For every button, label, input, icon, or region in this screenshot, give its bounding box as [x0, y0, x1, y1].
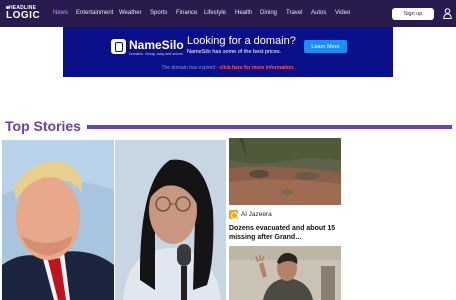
section-divider — [87, 125, 452, 129]
ad-headline: Looking for a domain? — [187, 35, 296, 47]
nav-link-news[interactable]: News — [53, 10, 68, 16]
nav-link-health[interactable]: Health — [235, 10, 252, 16]
al-jazeera-icon — [229, 209, 238, 219]
nav-link-weather[interactable]: Weather — [119, 10, 142, 16]
ad-banner[interactable]: NameSilo Domains. Cheap, easy and secure… — [63, 27, 393, 77]
flood-image — [229, 138, 341, 205]
ad-tagline: Domains. Cheap, easy and secure. — [129, 52, 184, 56]
story-source-name: Al Jazeera — [241, 210, 272, 218]
woman-microphone-image — [115, 140, 226, 300]
site-logo[interactable]: HEADLINE LOGIC — [6, 5, 40, 22]
story-headline[interactable]: Dozens evacuated and about 15 missing af… — [229, 224, 341, 242]
nav-link-dining[interactable]: Dining — [260, 10, 277, 16]
nav-link-autos[interactable]: Autos — [311, 10, 326, 16]
nav-link-finance[interactable]: Finance — [176, 10, 197, 16]
user-icon[interactable] — [443, 8, 452, 19]
top-nav: HEADLINE LOGIC News Entertainment Weathe… — [0, 0, 456, 27]
story-image-trump[interactable] — [2, 140, 114, 300]
ad-footer-text: The domain has expired - — [161, 65, 220, 71]
section-title: Top Stories — [5, 118, 81, 134]
story-image-woman[interactable] — [115, 140, 226, 300]
signup-button[interactable]: Sign up — [392, 8, 434, 20]
nav-link-entertainment[interactable]: Entertainment — [76, 10, 113, 16]
nav-link-video[interactable]: Video — [335, 10, 350, 16]
story-image-man[interactable] — [229, 246, 341, 300]
namesilo-logo-icon — [111, 39, 126, 54]
ad-footer-link[interactable]: click here for more information. — [220, 65, 295, 71]
story-image-flood[interactable] — [229, 138, 341, 205]
ad-learn-more-button[interactable]: Learn More — [304, 40, 347, 53]
story-source[interactable]: Al Jazeera — [229, 209, 272, 219]
ad-brand: NameSilo — [129, 38, 184, 52]
ad-footer: The domain has expired - click here for … — [63, 65, 393, 71]
nav-link-travel[interactable]: Travel — [286, 10, 302, 16]
ad-subtext: NameSilo has some of the best prices. — [187, 49, 282, 55]
nav-link-sports[interactable]: Sports — [150, 10, 167, 16]
trump-portrait-image — [2, 140, 114, 300]
nav-link-lifestyle[interactable]: Lifestyle — [204, 10, 226, 16]
man-gesturing-image — [229, 246, 341, 300]
logo-bottom-text: LOGIC — [6, 10, 41, 21]
